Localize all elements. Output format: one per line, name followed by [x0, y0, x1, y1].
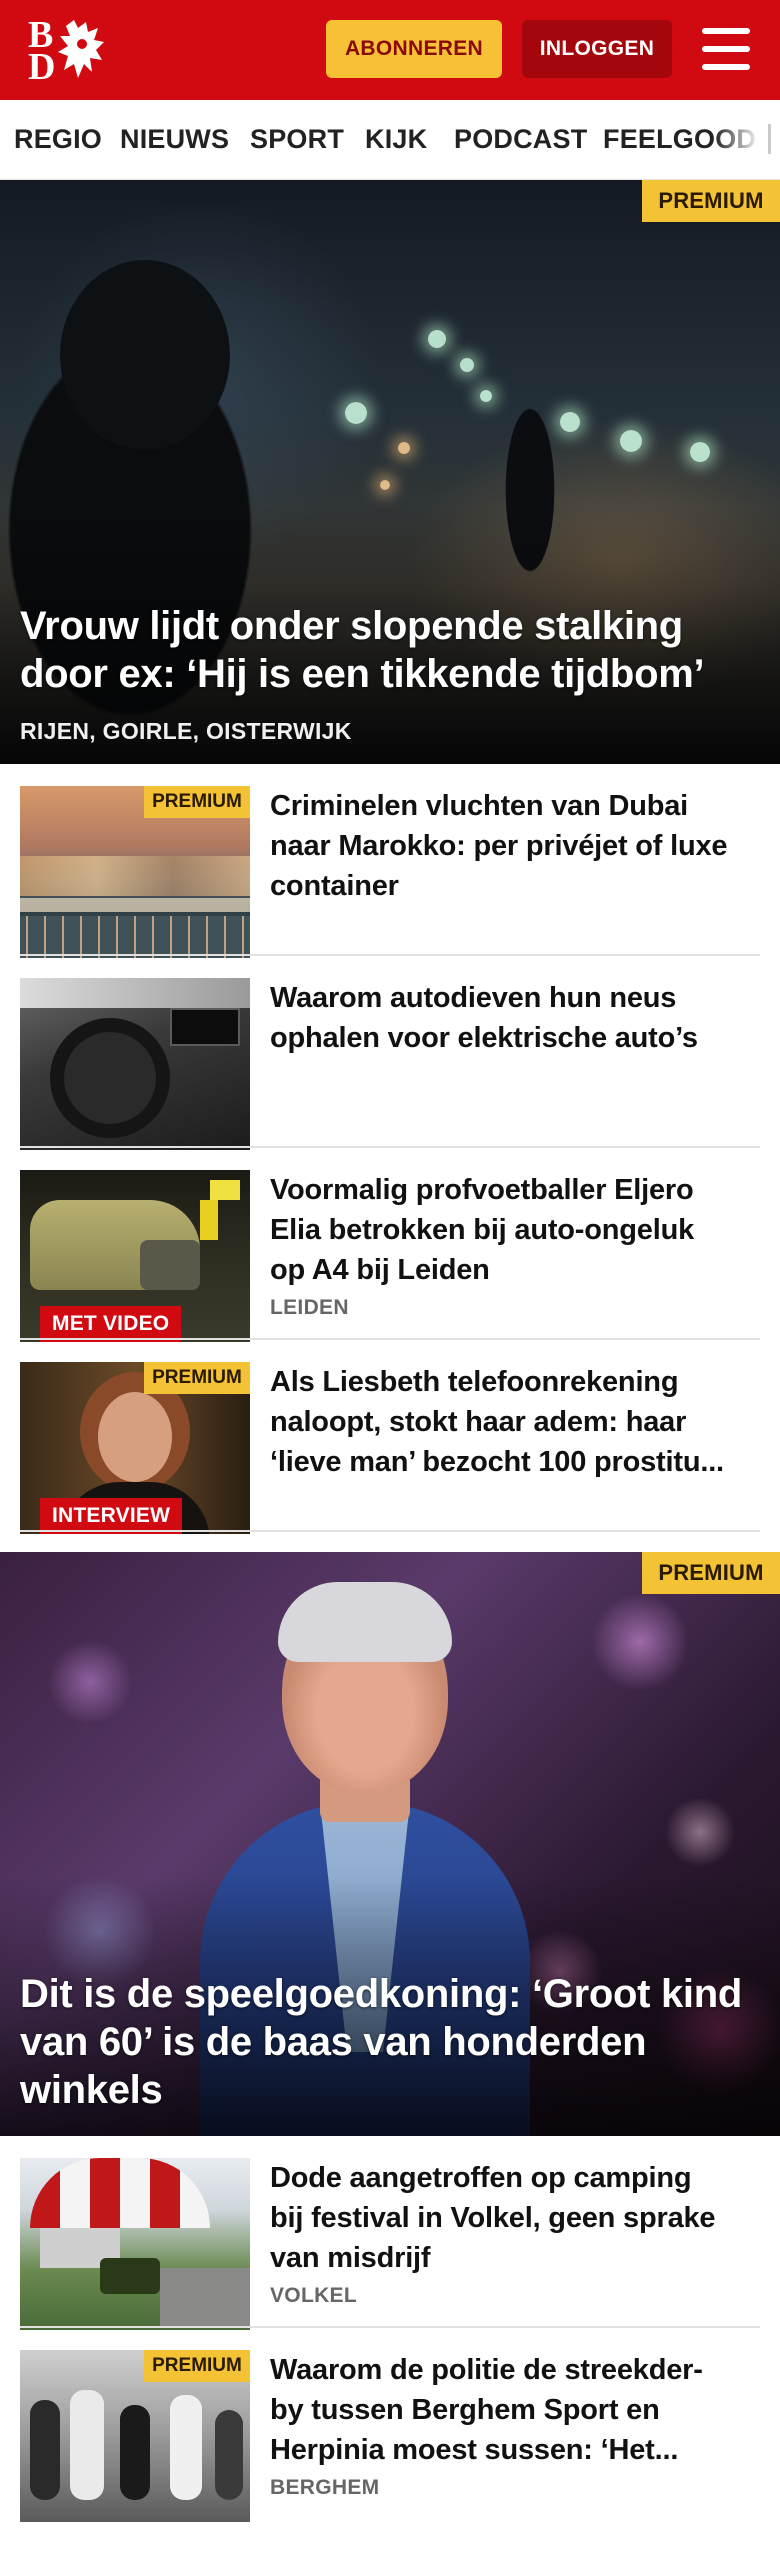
article-title-line: Voormalig profvoetballer Eljero	[270, 1174, 694, 1206]
hero-article-stalking[interactable]: PREMIUM Vrouw lijdt onder slopende stalk…	[0, 180, 780, 764]
article-thumbnail: PREMIUM	[20, 786, 250, 958]
article-title-line: naar Marokko: per privéjet of luxe	[270, 830, 728, 862]
article-thumbnail	[20, 978, 250, 1150]
article-title-line: Criminelen vluchten van Dubai	[270, 790, 689, 822]
article-title-line: bij festival in Volkel, geen sprake	[270, 2202, 716, 2234]
hamburger-menu-icon[interactable]	[700, 24, 752, 74]
article-title-line: by tussen Berghem Sport en	[270, 2394, 660, 2426]
article-title-line: ophalen voor elektrische auto’s	[270, 1022, 698, 1054]
nav-item-nieuws[interactable]: NIEUWS	[120, 124, 229, 155]
premium-badge: PREMIUM	[642, 1552, 780, 1594]
article-item[interactable]: PREMIUM INTERVIEW Als Liesbeth telefoonr…	[0, 1340, 780, 1534]
article-thumbnail: MET VIDEO	[20, 1170, 250, 1342]
login-button[interactable]: INLOGGEN	[522, 20, 672, 78]
hero-title-line2: van 60’ is de baas van honderden	[20, 2020, 647, 2064]
article-location-tag: VOLKEL	[270, 2284, 357, 2307]
article-title-line: Als Liesbeth telefoonrekening	[270, 1366, 679, 1398]
hero-title-line2: door ex: ‘Hij is een tikkende tijdbom’	[20, 652, 705, 696]
article-item[interactable]: MET VIDEO Voormalig profvoetballer Eljer…	[0, 1148, 780, 1342]
nav-item-sport[interactable]: SPORT	[250, 124, 344, 155]
site-logo[interactable]: B D	[26, 16, 116, 88]
article-title-line: van misdrijf	[270, 2242, 431, 2274]
hero-title-line1: Vrouw lijdt onder slopende stalking	[20, 604, 683, 648]
article-thumbnail	[20, 2158, 250, 2330]
article-item[interactable]: PREMIUM Criminelen vluchten van Dubai na…	[0, 764, 780, 958]
article-title-line: op A4 bij Leiden	[270, 1254, 490, 1286]
section-nav: REGIO NIEUWS SPORT KIJK PODCAST FEELGOOD	[0, 100, 780, 180]
article-thumbnail: PREMIUM INTERVIEW	[20, 1362, 250, 1534]
subscribe-button[interactable]: ABONNEREN	[326, 20, 502, 78]
article-thumbnail: PREMIUM	[20, 2350, 250, 2522]
article-title-line: Dode aangetroffen op camping	[270, 2162, 692, 2194]
hero-article-toy-king[interactable]: PREMIUM Dit is de speelgoedkoning: ‘Groo…	[0, 1552, 780, 2136]
hero-location-tag: RIJEN, GOIRLE, OISTERWIJK	[20, 718, 352, 744]
nav-next-item-peek	[768, 124, 771, 154]
article-title-line: Waarom de politie de streekder-	[270, 2354, 703, 2386]
video-badge: MET VIDEO	[40, 1306, 182, 1342]
article-title-line: naloopt, stokt haar adem: haar	[270, 1406, 687, 1438]
premium-badge: PREMIUM	[144, 1362, 250, 1394]
article-item[interactable]: PREMIUM Waarom de politie de streekder- …	[0, 2328, 780, 2548]
premium-badge: PREMIUM	[642, 180, 780, 222]
interview-badge: INTERVIEW	[40, 1498, 183, 1534]
article-title-line: Waarom autodieven hun neus	[270, 982, 677, 1014]
article-title-line: Elia betrokken bij auto-ongeluk	[270, 1214, 695, 1246]
nav-item-kijk[interactable]: KIJK	[365, 124, 427, 155]
premium-badge: PREMIUM	[144, 786, 250, 818]
article-item[interactable]: Dode aangetroffen op camping bij festiva…	[0, 2136, 780, 2330]
nav-item-regio[interactable]: REGIO	[14, 124, 102, 155]
top-bar: B D ABONNEREN INLOGGEN	[0, 0, 780, 100]
logo-letter-d: D	[28, 46, 56, 88]
hero-title-line3: winkels	[20, 2068, 163, 2112]
article-title-line: Herpinia moest sussen: ‘Het...	[270, 2434, 679, 2466]
article-title-line: container	[270, 870, 399, 902]
nav-item-podcast[interactable]: PODCAST	[454, 124, 587, 155]
article-item[interactable]: Waarom autodieven hun neus ophalen voor …	[0, 956, 780, 1150]
article-location-tag: LEIDEN	[270, 1296, 349, 1319]
article-location-tag: BERGHEM	[270, 2476, 380, 2499]
premium-badge: PREMIUM	[144, 2350, 250, 2382]
hero-title-line1: Dit is de speelgoedkoning: ‘Groot kind	[20, 1972, 742, 2016]
divider	[20, 1530, 760, 1532]
lion-logo-icon	[58, 20, 104, 78]
article-title-line: ‘lieve man’ bezocht 100 prostitu...	[270, 1446, 724, 1478]
